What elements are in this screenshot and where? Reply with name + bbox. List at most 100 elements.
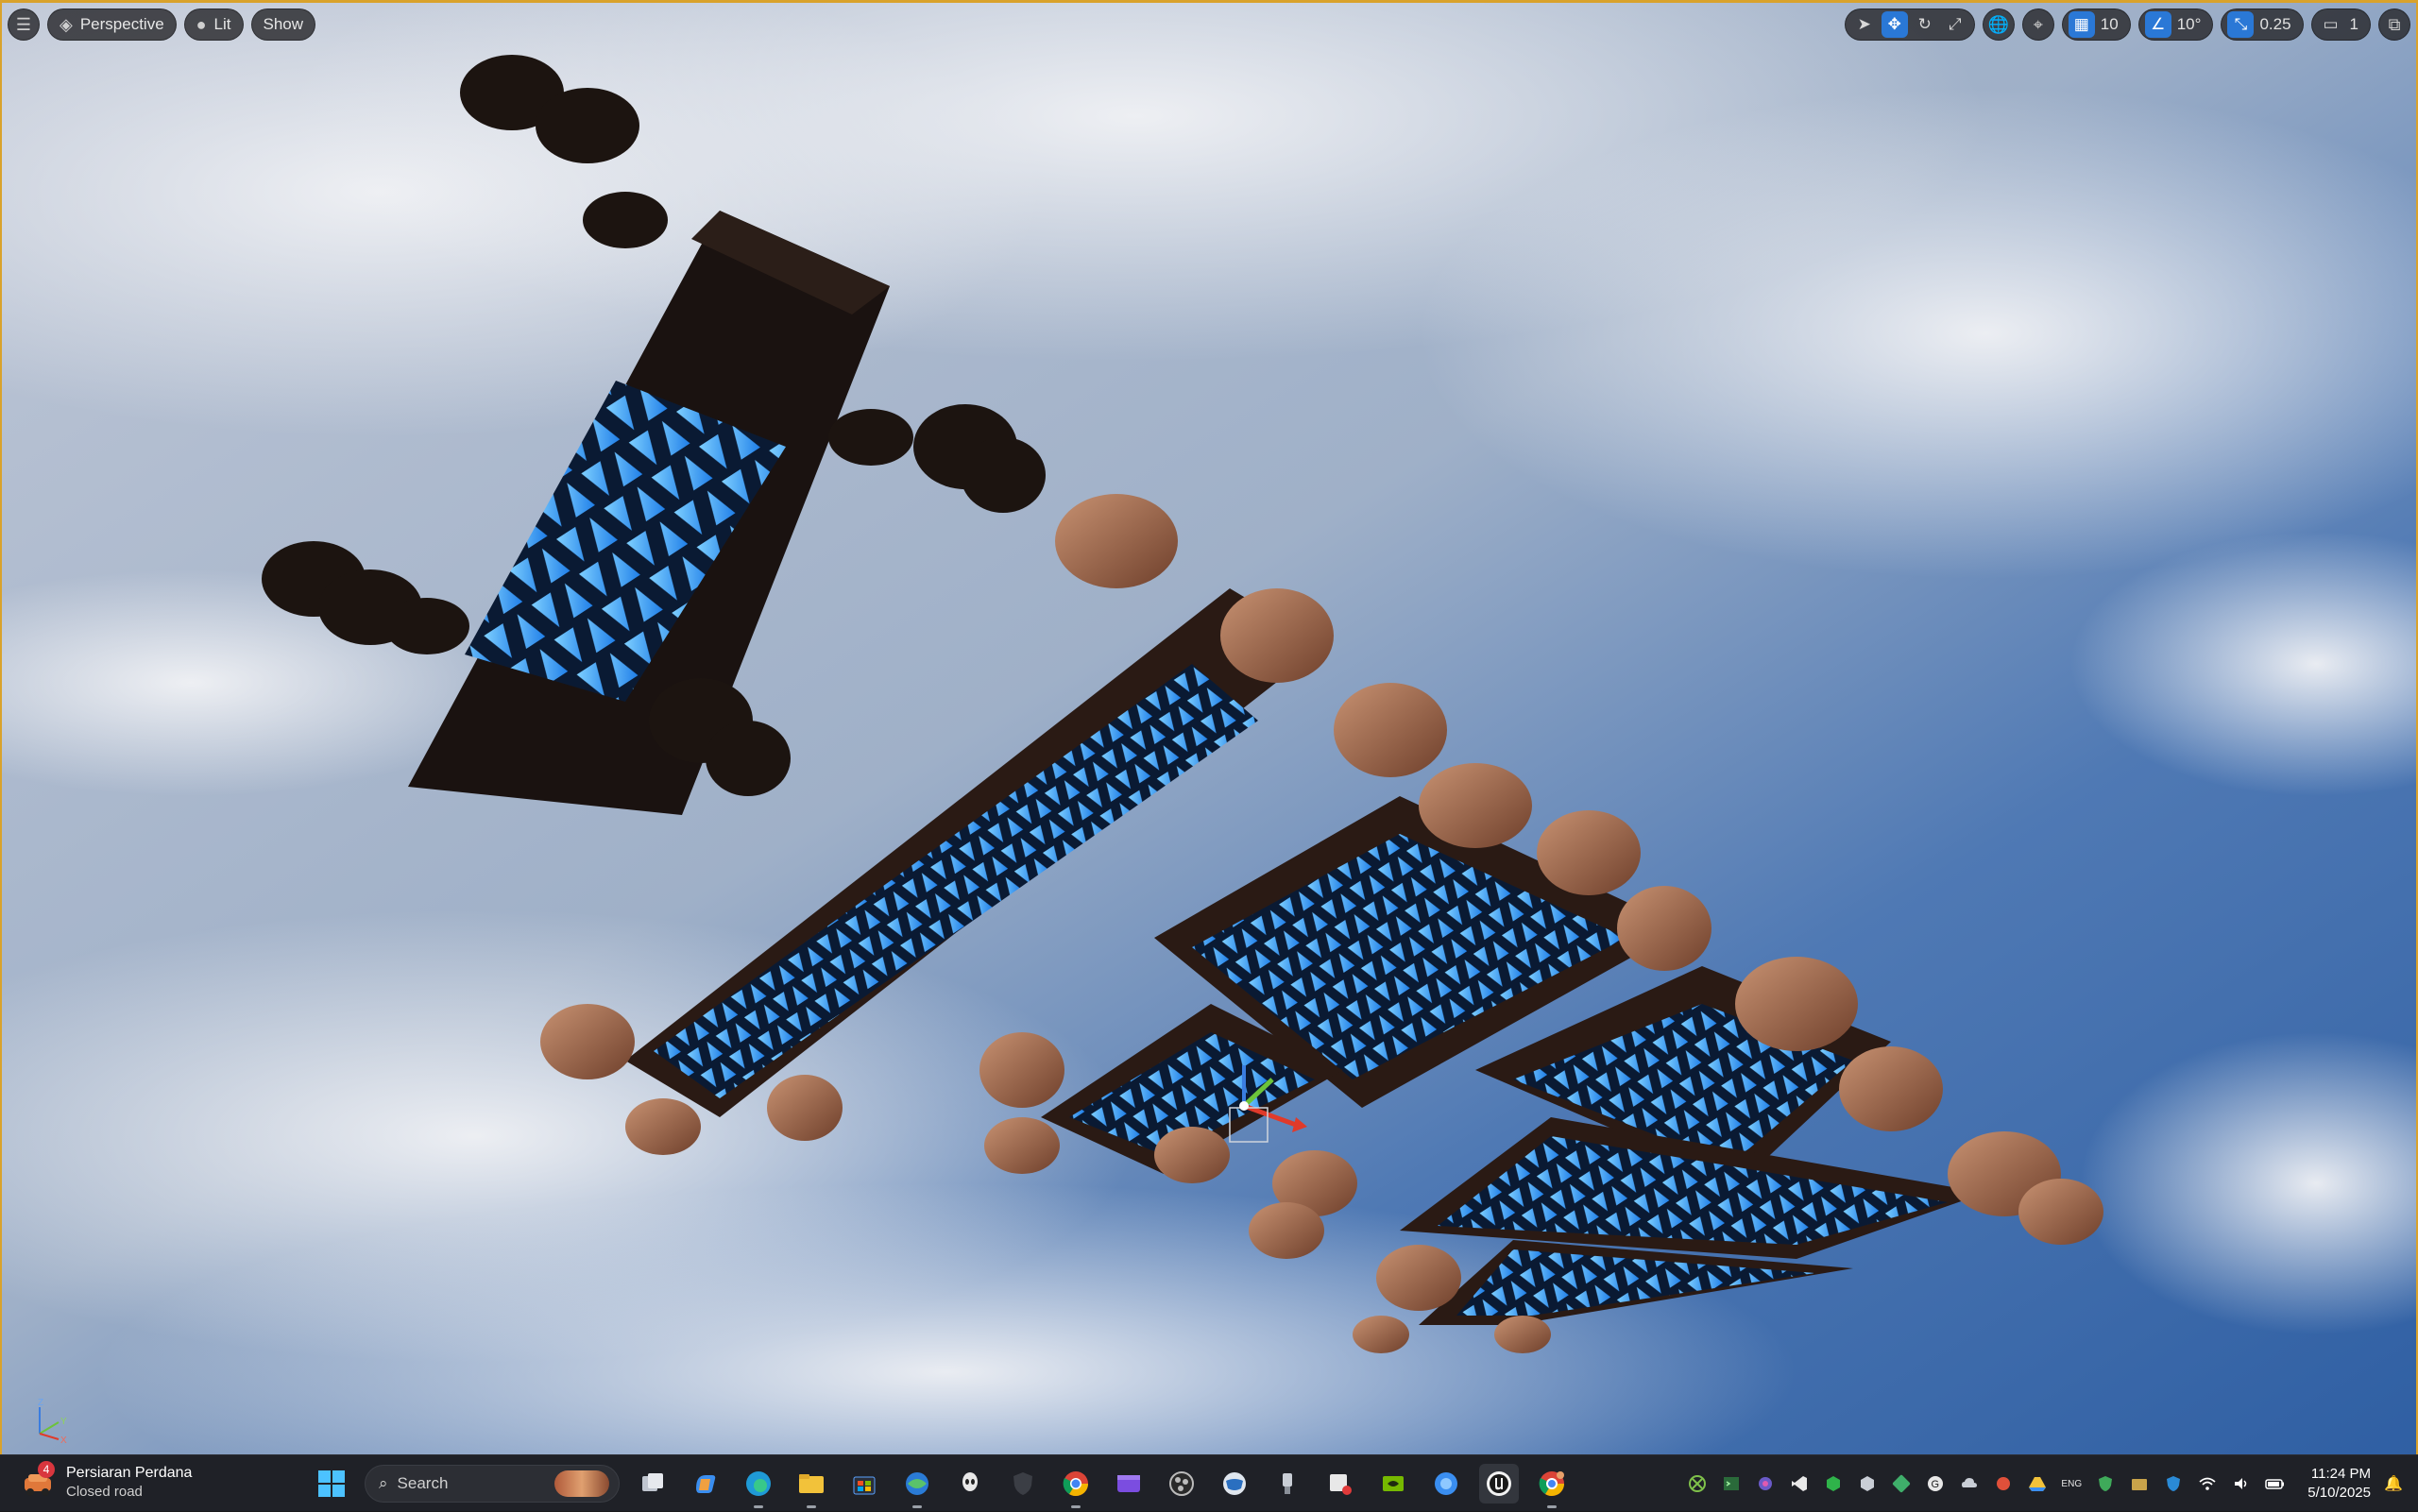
show-label: Show bbox=[263, 15, 304, 33]
xbox-icon[interactable] bbox=[1686, 1472, 1709, 1495]
globe-app-button[interactable] bbox=[1215, 1464, 1254, 1504]
alien-app-button[interactable] bbox=[950, 1464, 990, 1504]
scale-snap-value[interactable]: 0.25 bbox=[2257, 15, 2296, 34]
viewport-menu-button[interactable]: ☰ bbox=[8, 8, 40, 41]
green-app-icon[interactable] bbox=[1822, 1472, 1845, 1495]
rotate-mode-button[interactable]: ↻ bbox=[1912, 11, 1938, 38]
defender-icon[interactable] bbox=[2162, 1472, 2185, 1495]
photos-button[interactable] bbox=[1426, 1464, 1466, 1504]
terminal-icon[interactable] bbox=[1720, 1472, 1743, 1495]
translate-mode-button[interactable]: ✥ bbox=[1881, 11, 1908, 38]
wifi-icon[interactable] bbox=[2196, 1472, 2219, 1495]
viewport-toolbar-right: ➤ ✥ ↻ ⤢ 🌐 ⌖ ▦ 10 ∠ 10° ⤡ 0.25 ▭ 1 ⧉ bbox=[1844, 8, 2410, 41]
sphere-icon: ● bbox=[196, 14, 207, 34]
red-app-icon[interactable] bbox=[1992, 1472, 2015, 1495]
chrome-profile-icon bbox=[1539, 1471, 1565, 1497]
clipchamp-icon bbox=[1117, 1475, 1140, 1492]
search-highlight-image bbox=[554, 1470, 609, 1497]
chrome-icon bbox=[1063, 1471, 1089, 1497]
rotation-snap-value[interactable]: 10° bbox=[2175, 15, 2207, 34]
rotation-snap-group[interactable]: ∠ 10° bbox=[2137, 8, 2214, 41]
scale-snap-toggle[interactable]: ⤡ bbox=[2227, 11, 2255, 38]
perspective-label: Perspective bbox=[79, 15, 164, 33]
grid-snap-value[interactable]: 10 bbox=[2099, 15, 2124, 34]
nvidia-button[interactable] bbox=[1373, 1464, 1413, 1504]
usb-icon bbox=[1283, 1473, 1292, 1494]
level-viewport[interactable]: ☰ ◈ Perspective ● Lit Show ➤ ✥ ↻ ⤢ 🌐 ⌖ ▦… bbox=[0, 0, 2418, 1454]
globe-app-icon bbox=[906, 1472, 928, 1495]
grammarly-icon[interactable]: G bbox=[1924, 1472, 1947, 1495]
maximize-viewport-button[interactable]: ⧉ bbox=[2378, 8, 2410, 41]
security-icon[interactable] bbox=[1856, 1472, 1879, 1495]
notification-bell-icon[interactable]: 🔔 bbox=[2382, 1472, 2405, 1495]
lit-label: Lit bbox=[213, 15, 231, 33]
start-button[interactable] bbox=[312, 1464, 351, 1504]
camera-speed-value[interactable]: 1 bbox=[2348, 15, 2364, 34]
clock[interactable]: 11:24 PM 5/10/2025 bbox=[2307, 1465, 2371, 1503]
windows-icon bbox=[318, 1470, 345, 1497]
edge-button[interactable] bbox=[739, 1464, 778, 1508]
grid-snap-toggle[interactable]: ▦ bbox=[2068, 11, 2095, 38]
scale-mode-button[interactable]: ⤢ bbox=[1942, 11, 1968, 38]
world-local-toggle[interactable]: 🌐 bbox=[1982, 8, 2015, 41]
cloud-icon[interactable] bbox=[1958, 1472, 1981, 1495]
store-button[interactable] bbox=[844, 1464, 884, 1504]
copilot-button[interactable] bbox=[686, 1464, 725, 1504]
traffic-icon: 4 bbox=[19, 1461, 57, 1501]
snipping-tool-button[interactable] bbox=[1320, 1464, 1360, 1504]
volume-icon[interactable] bbox=[2230, 1472, 2253, 1495]
ime-label: ENG bbox=[2061, 1478, 2083, 1489]
unreal-engine-button[interactable] bbox=[1479, 1464, 1519, 1504]
show-button[interactable]: Show bbox=[250, 8, 316, 41]
usb-app-button[interactable] bbox=[1268, 1464, 1307, 1504]
vscode-icon[interactable] bbox=[1788, 1472, 1811, 1495]
weather-status: Closed road bbox=[66, 1483, 143, 1500]
camera-icon: ▭ bbox=[2323, 15, 2339, 33]
nvidia-icon bbox=[1383, 1476, 1404, 1491]
shield-icon[interactable] bbox=[2094, 1472, 2117, 1495]
browser-app-button[interactable] bbox=[897, 1464, 937, 1508]
scale-snap-group[interactable]: ⤡ 0.25 bbox=[2221, 8, 2304, 41]
taskbar: 4 Persiaran Perdana Closed road ⌕ Search bbox=[0, 1454, 2418, 1511]
app-icon[interactable] bbox=[1754, 1472, 1777, 1495]
task-view-icon bbox=[642, 1473, 663, 1491]
grid-snap-group[interactable]: ▦ 10 bbox=[2061, 8, 2131, 41]
clock-time: 11:24 PM bbox=[2310, 1466, 2371, 1482]
shield-app-button[interactable] bbox=[1003, 1464, 1043, 1504]
unreal-icon bbox=[1487, 1471, 1511, 1496]
select-mode-button[interactable]: ➤ bbox=[1851, 11, 1878, 38]
angle-icon: ∠ bbox=[2151, 15, 2166, 33]
viewport-scene[interactable] bbox=[2, 3, 2418, 1454]
task-view-button[interactable] bbox=[633, 1464, 673, 1504]
obs-button[interactable] bbox=[1162, 1464, 1201, 1504]
file-explorer-button[interactable] bbox=[792, 1464, 831, 1508]
folder-icon[interactable] bbox=[2128, 1472, 2151, 1495]
camera-speed-group[interactable]: ▭ 1 bbox=[2310, 8, 2371, 41]
drive-icon[interactable] bbox=[2026, 1472, 2049, 1495]
chrome-profile-button[interactable] bbox=[1532, 1464, 1572, 1508]
copilot-icon bbox=[696, 1475, 716, 1493]
rotate-icon: ↻ bbox=[1917, 15, 1932, 33]
chrome-button[interactable] bbox=[1056, 1464, 1096, 1508]
hamburger-icon: ☰ bbox=[15, 14, 32, 34]
ime-icon[interactable]: ENG bbox=[2060, 1472, 2083, 1495]
scale-snap-icon: ⤡ bbox=[2234, 15, 2248, 33]
perspective-button[interactable]: ◈ Perspective bbox=[47, 8, 177, 41]
green-app-2-icon[interactable] bbox=[1890, 1472, 1913, 1495]
camera-speed-button[interactable]: ▭ bbox=[2318, 11, 2344, 38]
photos-icon bbox=[1435, 1472, 1457, 1495]
grid-icon: ▦ bbox=[2073, 15, 2089, 33]
clipchamp-button[interactable] bbox=[1109, 1464, 1149, 1504]
weather-location: Persiaran Perdana bbox=[66, 1464, 193, 1481]
taskbar-search[interactable]: ⌕ Search bbox=[365, 1465, 620, 1503]
edge-icon bbox=[746, 1471, 771, 1496]
battery-icon[interactable] bbox=[2264, 1472, 2287, 1495]
viewport-toolbar-left: ☰ ◈ Perspective ● Lit Show bbox=[8, 8, 316, 41]
transform-mode-group: ➤ ✥ ↻ ⤢ bbox=[1844, 8, 1975, 41]
folder-icon bbox=[799, 1474, 824, 1493]
weather-widget[interactable]: 4 Persiaran Perdana Closed road bbox=[19, 1461, 193, 1501]
surface-snap-button[interactable]: ⌖ bbox=[2021, 8, 2054, 41]
rotation-snap-toggle[interactable]: ∠ bbox=[2144, 11, 2171, 38]
lit-button[interactable]: ● Lit bbox=[183, 8, 244, 41]
move-icon: ✥ bbox=[1887, 15, 1901, 33]
